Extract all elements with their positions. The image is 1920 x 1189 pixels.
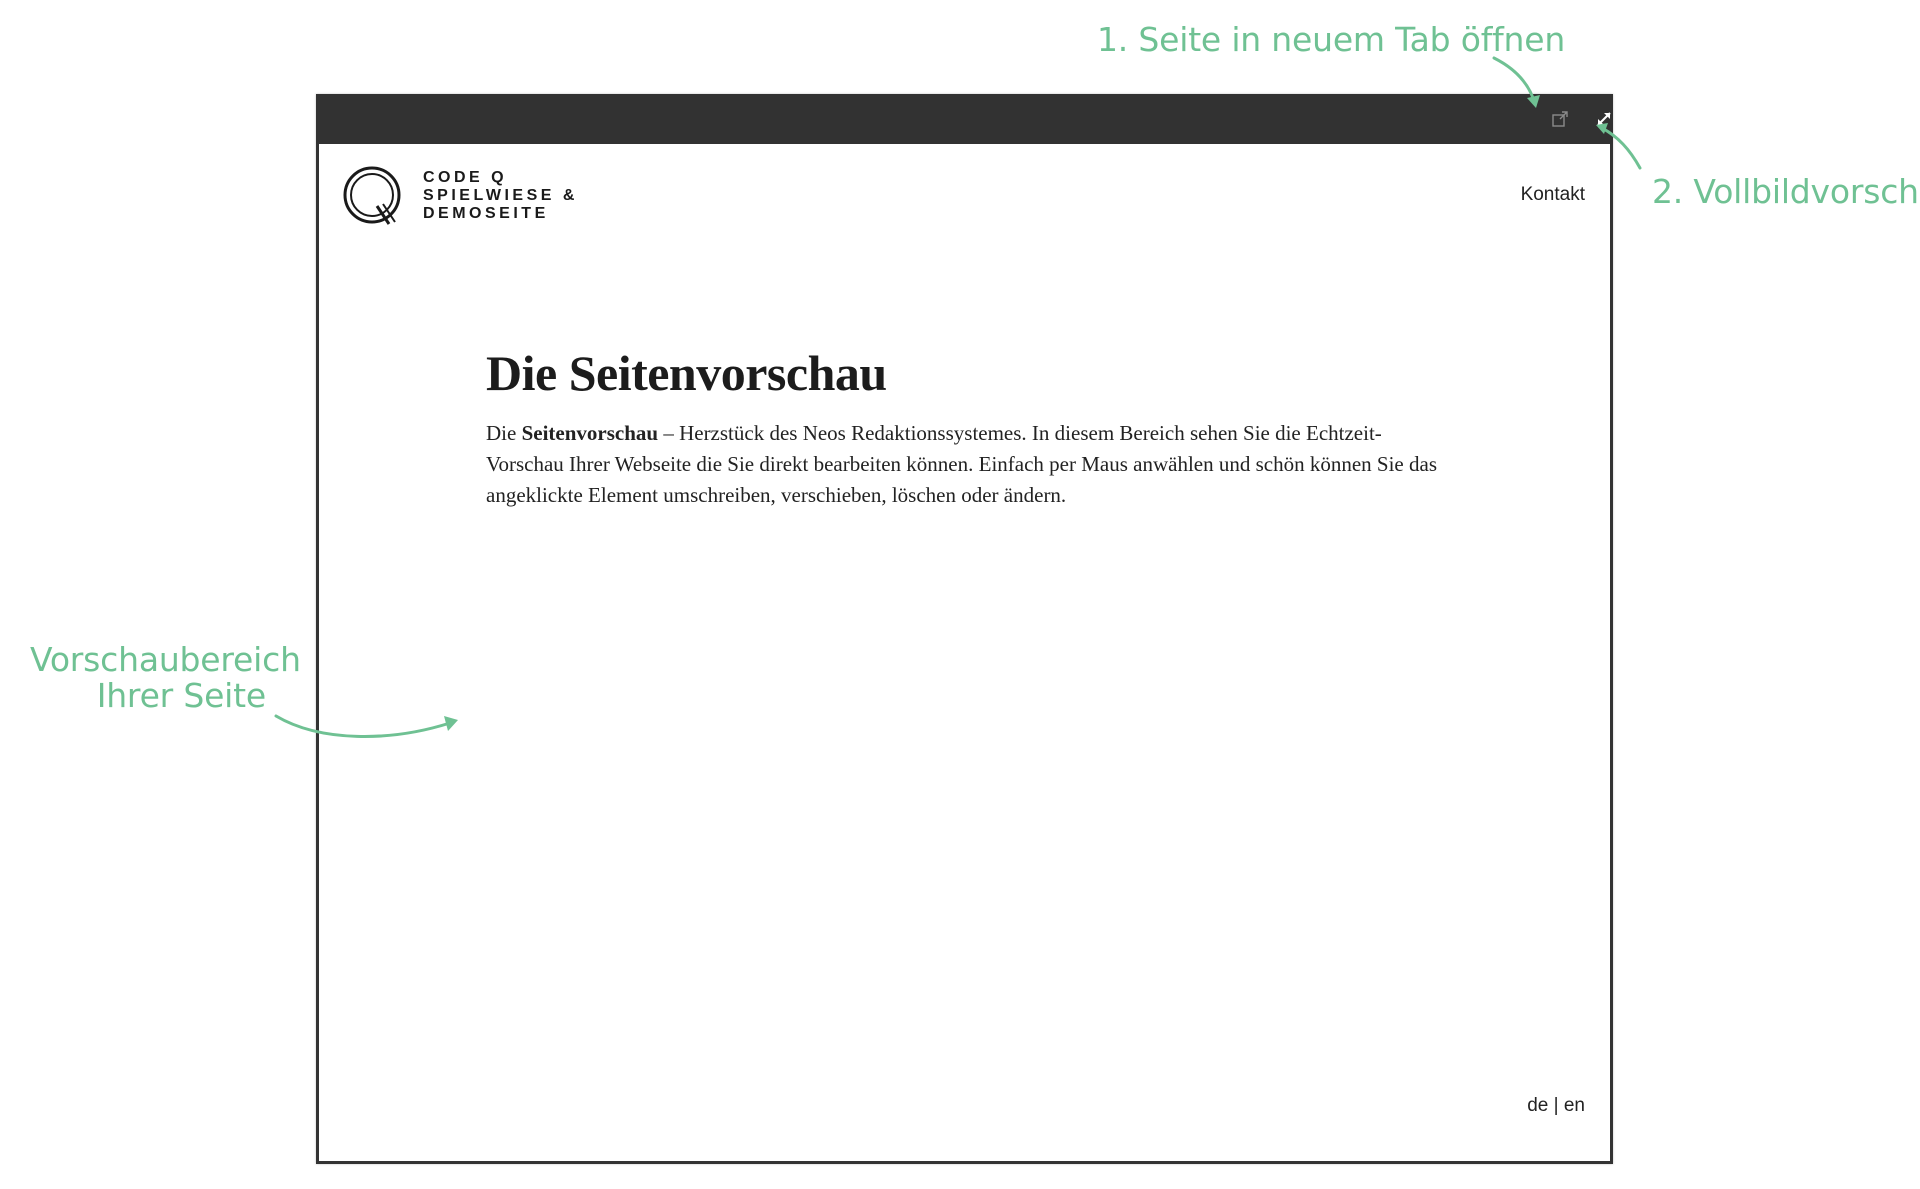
language-separator: | xyxy=(1548,1095,1564,1116)
site-logo[interactable]: CODE Q SPIELWIESE & DEMOSEITE xyxy=(343,166,578,226)
code-q-logo-icon xyxy=(343,166,401,225)
page-title[interactable]: Die Seitenvorschau xyxy=(486,344,1446,402)
annotation-preview-area: Vorschaubereich Ihrer Seite xyxy=(30,640,301,716)
annotation-fullscreen: 2. Vollbildvorschau xyxy=(1652,172,1920,211)
logo-text: CODE Q SPIELWIESE & DEMOSEITE xyxy=(423,169,578,223)
language-switcher: de | en xyxy=(1527,1095,1585,1117)
language-de-link[interactable]: de xyxy=(1527,1095,1548,1116)
open-in-new-tab-button[interactable] xyxy=(1547,106,1573,132)
nav-link-contact[interactable]: Kontakt xyxy=(1521,184,1585,206)
preview-window: CODE Q SPIELWIESE & DEMOSEITE Kontakt Di… xyxy=(316,94,1613,1164)
annotation-preview-line1: Vorschaubereich xyxy=(30,640,301,679)
intro-paragraph[interactable]: Die Seitenvorschau – Herzstück des Neos … xyxy=(486,418,1446,511)
site-preview[interactable]: CODE Q SPIELWIESE & DEMOSEITE Kontakt Di… xyxy=(319,144,1610,1161)
expand-icon xyxy=(1597,112,1611,126)
annotation-preview-line2: Ihrer Seite xyxy=(96,676,267,716)
logo-line-1: CODE Q xyxy=(423,169,508,186)
intro-text-before: Die xyxy=(486,421,522,445)
preview-toolbar xyxy=(316,94,1613,144)
page-content[interactable]: Die Seitenvorschau Die Seitenvorschau – … xyxy=(486,344,1446,511)
logo-line-3: DEMOSEITE xyxy=(423,205,549,222)
screenshot-stage: 1. Seite in neuem Tab öffnen 2. Vollbild… xyxy=(0,0,1920,1189)
language-en-link[interactable]: en xyxy=(1564,1095,1585,1116)
intro-text-bold: Seitenvorschau xyxy=(521,421,659,445)
logo-line-2: SPIELWIESE & xyxy=(423,187,578,204)
annotation-open-tab: 1. Seite in neuem Tab öffnen xyxy=(1097,20,1566,59)
external-link-icon xyxy=(1552,111,1568,127)
fullscreen-button[interactable] xyxy=(1591,106,1617,132)
